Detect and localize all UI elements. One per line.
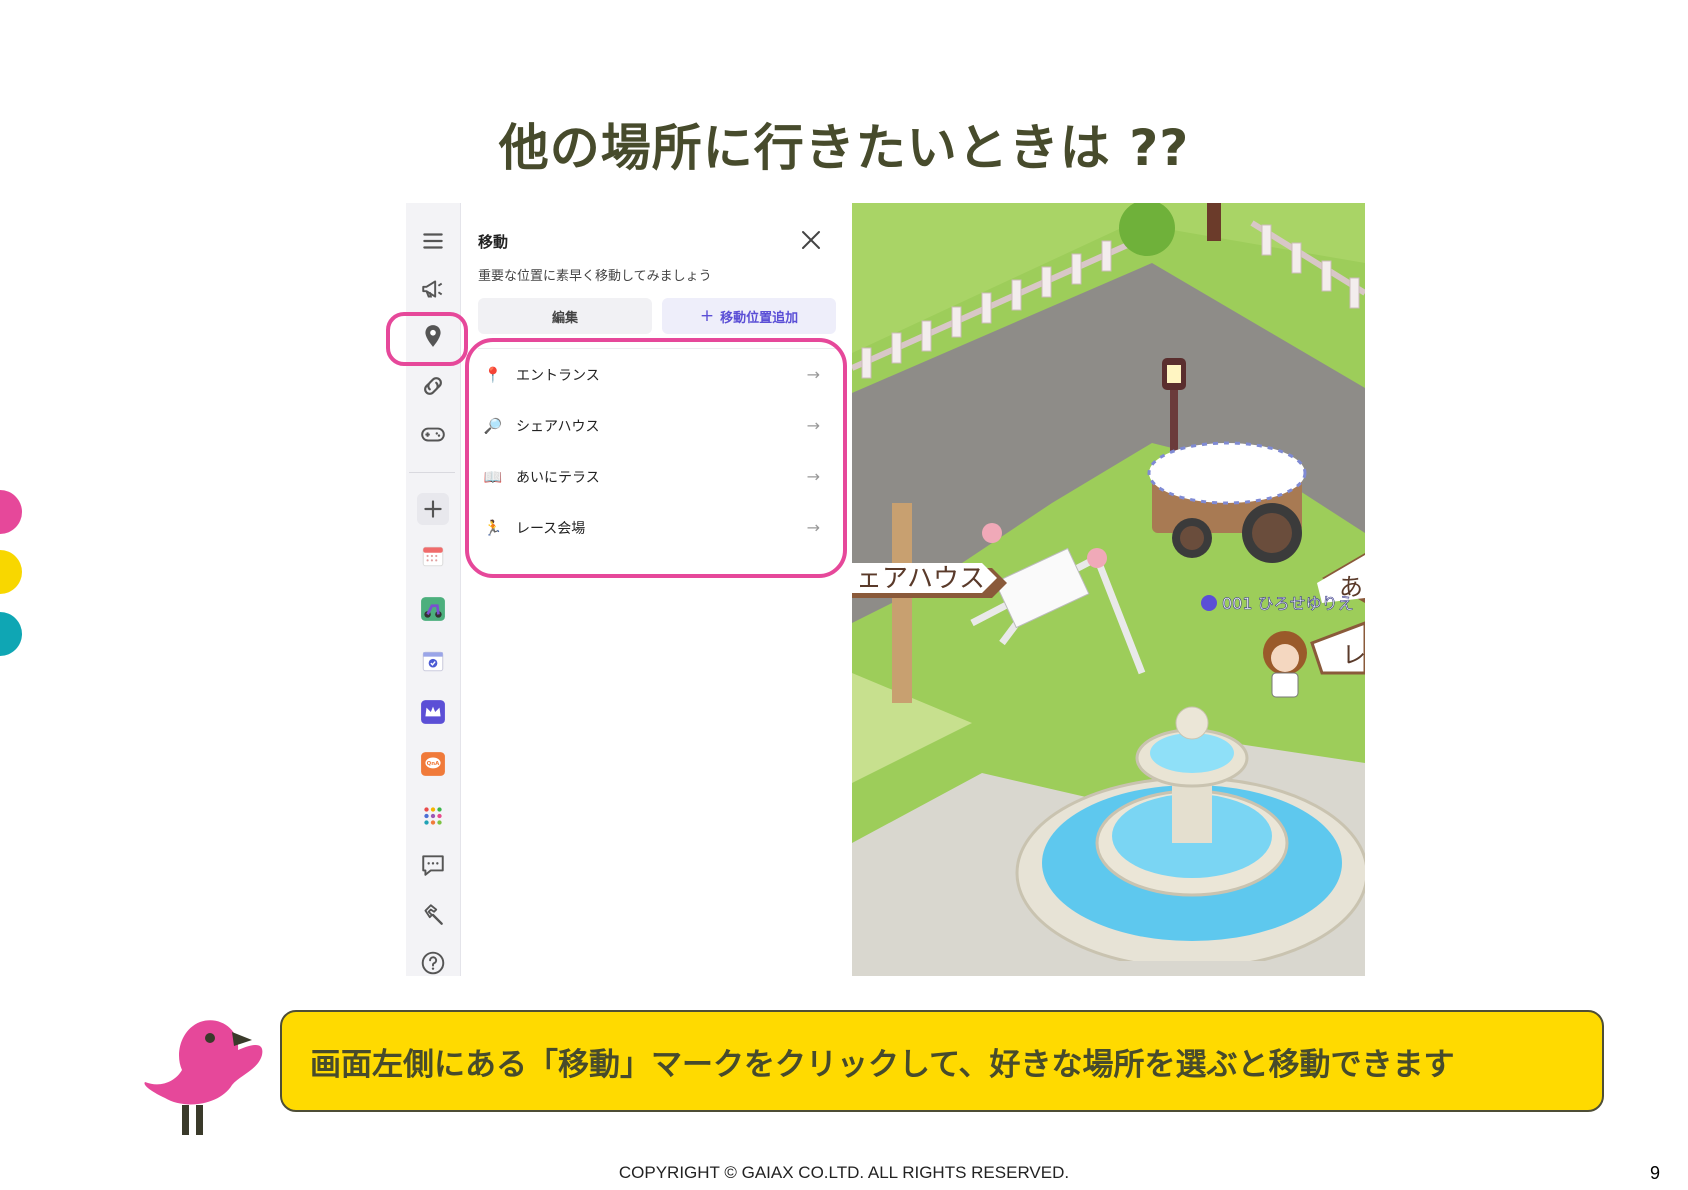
calendar-check-icon[interactable] xyxy=(417,645,449,677)
megaphone-icon[interactable] xyxy=(417,273,449,305)
panel-subtitle: 重要な位置に素早く移動してみましょう xyxy=(478,269,712,284)
help-icon[interactable] xyxy=(417,947,449,979)
instruction-banner: 画面左側にある「移動」マークをクリックして、好きな場所を選ぶと移動できます xyxy=(280,1010,1604,1112)
chat-icon[interactable] xyxy=(417,849,449,881)
instruction-text: 画面左側にある「移動」マークをクリックして、好きな場所を選ぶと移動できます xyxy=(310,1046,1455,1083)
hammer-icon[interactable] xyxy=(417,899,449,931)
decorative-dot-pink xyxy=(0,490,22,534)
highlight-move-icon xyxy=(386,312,468,366)
gamepad-icon[interactable] xyxy=(417,418,449,450)
page-number: 9 xyxy=(1650,1163,1661,1183)
plus-icon: + xyxy=(699,306,715,326)
scooter-app-icon[interactable] xyxy=(417,593,449,625)
close-icon[interactable] xyxy=(800,229,822,251)
add-icon[interactable] xyxy=(417,493,449,525)
edit-button[interactable]: 編集 xyxy=(478,298,652,334)
decorative-dot-yellow xyxy=(0,550,22,594)
highlight-location-list xyxy=(465,338,847,578)
slide-title: 他の場所に行きたいときは ?? xyxy=(498,119,1190,177)
add-location-button-label: 移動位置追加 xyxy=(720,310,799,326)
bird-mascot xyxy=(140,1010,265,1135)
game-scene: ェアハウス あ レ 001 ひろせゆりえ xyxy=(852,203,1365,976)
sign-right-bottom[interactable]: レ xyxy=(1342,641,1365,669)
edit-button-label: 編集 xyxy=(551,310,578,326)
qna-icon[interactable]: QnA xyxy=(417,748,449,780)
player-name-tag: 001 ひろせゆりえ xyxy=(1222,594,1354,613)
svg-text:QnA: QnA xyxy=(427,761,440,767)
copyright-footer: COPYRIGHT © GAIAX CO.LTD. ALL RIGHTS RES… xyxy=(618,1163,1070,1182)
game-map-view[interactable]: ェアハウス あ レ 001 ひろせゆりえ xyxy=(852,203,1365,976)
link-icon[interactable] xyxy=(417,370,449,402)
sign-sharehouse[interactable]: ェアハウス xyxy=(856,564,985,594)
panel-title: 移動 xyxy=(478,233,509,251)
decorative-dot-teal xyxy=(0,612,22,656)
crown-icon[interactable] xyxy=(417,696,449,728)
sidebar-divider xyxy=(409,472,455,473)
menu-icon[interactable] xyxy=(417,225,449,257)
calendar-icon[interactable] xyxy=(417,540,449,572)
dots-grid-icon[interactable] xyxy=(417,800,449,832)
add-location-button[interactable]: + 移動位置追加 xyxy=(662,298,836,334)
move-panel: 移動 重要な位置に素早く移動してみましょう 編集 + 移動位置追加 📍 エントラ… xyxy=(462,203,836,976)
